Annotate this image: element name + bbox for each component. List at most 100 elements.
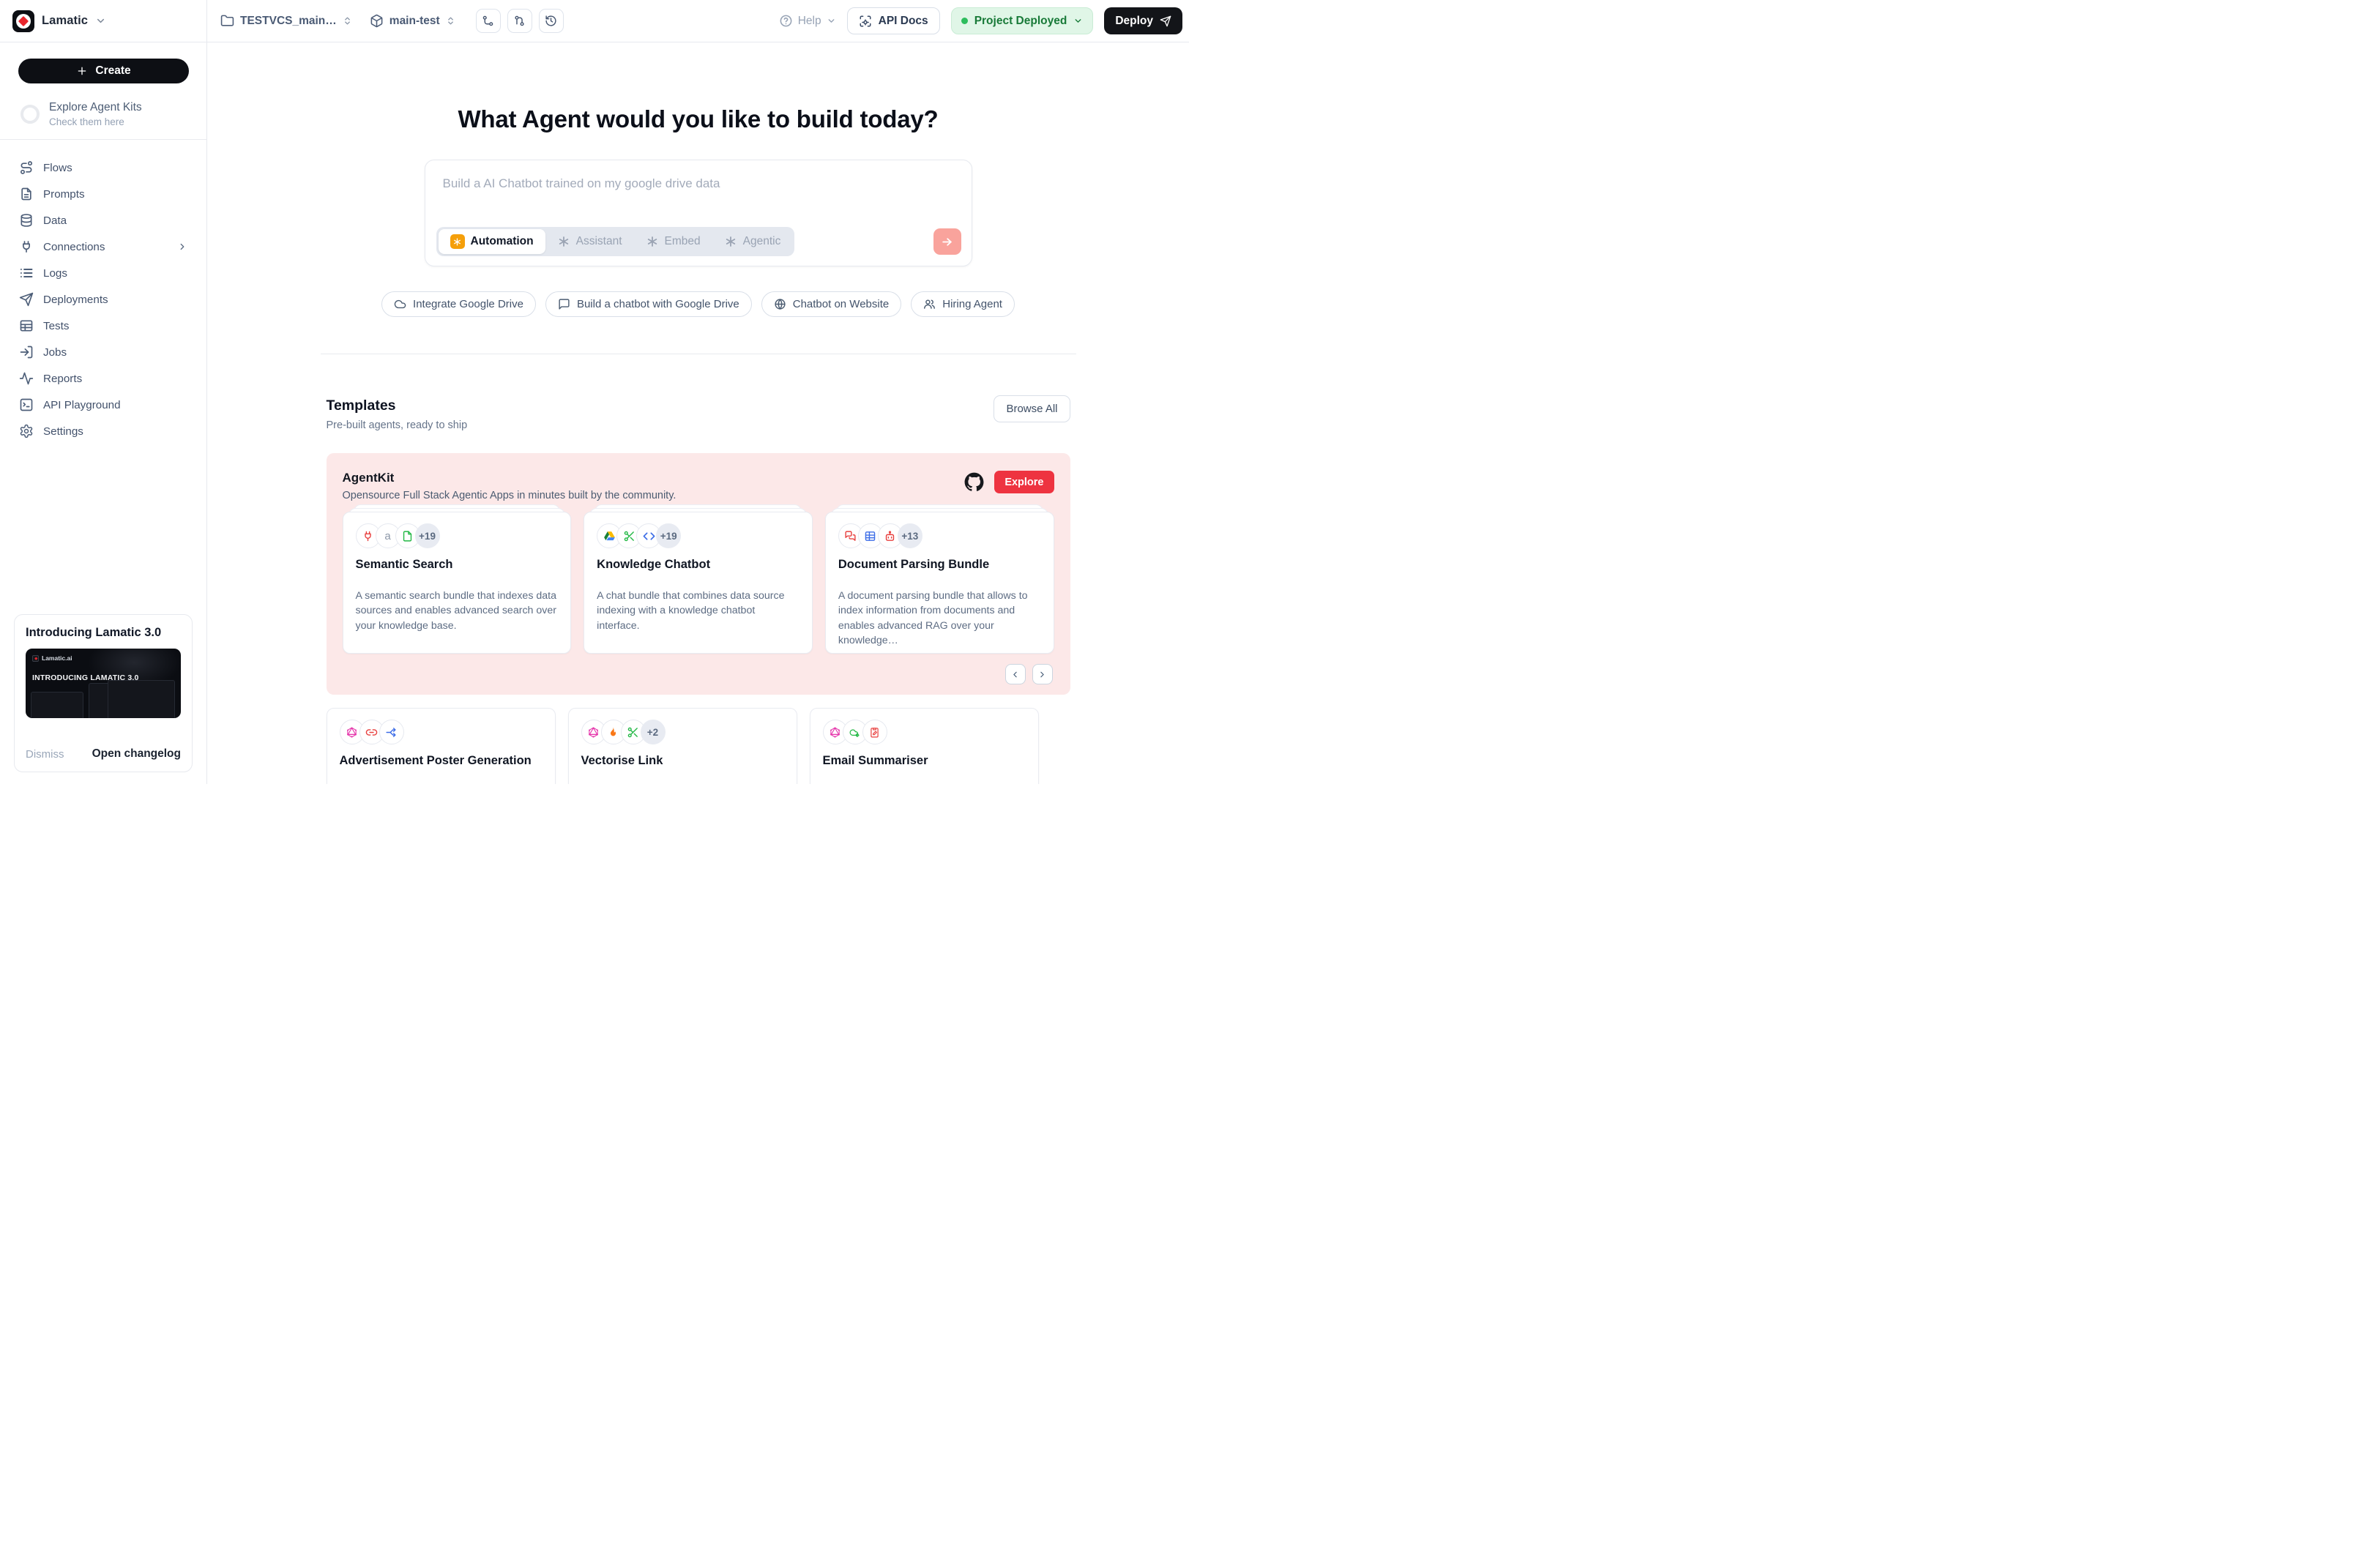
sidebar-nav-item[interactable]: Connections bbox=[0, 234, 206, 260]
users-icon bbox=[923, 298, 936, 310]
explore-agent-kits[interactable]: Explore Agent Kits Check them here bbox=[20, 101, 188, 127]
template-card-deck: +19 Knowledge Chatbot A chat bundle that… bbox=[584, 504, 813, 654]
sidebar-nav-item[interactable]: Flows bbox=[0, 154, 206, 181]
promo-brand-label: Lamatic.ai bbox=[42, 654, 72, 662]
sidebar-nav-item[interactable]: Logs bbox=[0, 260, 206, 286]
api-docs-button[interactable]: API Docs bbox=[847, 7, 940, 34]
template-card[interactable]: Advertisement Poster Generation bbox=[327, 708, 556, 784]
agent-type-tab[interactable]: Automation bbox=[439, 229, 545, 254]
database-icon bbox=[19, 213, 34, 228]
sidebar-nav-item[interactable]: API Playground bbox=[0, 392, 206, 418]
integration-badges bbox=[823, 720, 1026, 744]
gear-icon bbox=[19, 424, 34, 438]
deploy-button[interactable]: Deploy bbox=[1104, 7, 1182, 34]
arrow-right-icon bbox=[941, 236, 953, 248]
next-page-button[interactable] bbox=[1032, 664, 1053, 684]
chevron-down-icon bbox=[95, 15, 106, 26]
template-card[interactable]: +2 Vectorise Link This automation allows… bbox=[568, 708, 797, 784]
promo-mock-panel bbox=[108, 680, 175, 718]
workspace-switcher[interactable]: Lamatic bbox=[0, 0, 207, 42]
sidebar-nav-item[interactable]: Data bbox=[0, 207, 206, 234]
agent-type-tab[interactable]: Embed bbox=[634, 229, 712, 254]
asterisk-icon bbox=[646, 235, 659, 248]
deploy-status-pill[interactable]: Project Deployed bbox=[951, 7, 1094, 34]
quick-action-chip[interactable]: Chatbot on Website bbox=[761, 291, 901, 317]
header-right: Help API Docs Project Deployed Deploy bbox=[779, 0, 1189, 42]
agentkit-title: AgentKit bbox=[343, 471, 676, 485]
chip-label: Build a chatbot with Google Drive bbox=[577, 298, 739, 310]
workflow-graph-button[interactable] bbox=[476, 9, 501, 33]
chip-label: Hiring Agent bbox=[942, 298, 1002, 310]
tab-label: Automation bbox=[471, 235, 534, 248]
sidebar-nav-item[interactable]: Jobs bbox=[0, 339, 206, 365]
help-circle-icon bbox=[779, 14, 793, 28]
promo-card: Introducing Lamatic 3.0 Lamatic.ai INTRO… bbox=[14, 614, 193, 772]
git-compare-button[interactable] bbox=[507, 9, 532, 33]
template-card[interactable]: +19 Knowledge Chatbot A chat bundle that… bbox=[584, 512, 813, 654]
nav-item-label: Reports bbox=[43, 373, 82, 385]
sidebar-nav-item[interactable]: Settings bbox=[0, 418, 206, 444]
cloud-icon bbox=[394, 298, 406, 310]
cable-icon bbox=[19, 239, 34, 254]
list-icon bbox=[19, 266, 34, 280]
template-card-deck: +13 Document Parsing Bundle A document p… bbox=[825, 504, 1054, 654]
project-selector[interactable]: TESTVCS_main… bbox=[220, 14, 352, 28]
quick-action-chip[interactable]: Hiring Agent bbox=[911, 291, 1015, 317]
nav-item-label: Settings bbox=[43, 425, 83, 438]
template-card-deck: a+19 Semantic Search A semantic search b… bbox=[343, 504, 572, 654]
ring-icon bbox=[20, 105, 40, 124]
carousel-pager bbox=[343, 664, 1054, 684]
vcs-actions bbox=[476, 9, 564, 33]
sidebar-nav-item[interactable]: Prompts bbox=[0, 181, 206, 207]
nav-item-label: Data bbox=[43, 214, 67, 227]
agentkit-cards: a+19 Semantic Search A semantic search b… bbox=[343, 504, 1054, 654]
nav-item-label: Logs bbox=[43, 267, 67, 280]
promo-image[interactable]: Lamatic.ai INTRODUCING LAMATIC 3.0 bbox=[26, 649, 181, 718]
chevrons-up-down-icon bbox=[446, 16, 455, 26]
message-icon bbox=[558, 298, 570, 310]
help-label: Help bbox=[798, 15, 821, 28]
quick-action-chip[interactable]: Build a chatbot with Google Drive bbox=[545, 291, 752, 317]
agent-type-tab[interactable]: Agentic bbox=[712, 229, 793, 254]
branch-selector[interactable]: main-test bbox=[370, 14, 455, 28]
agent-type-tab[interactable]: Assistant bbox=[545, 229, 634, 254]
agent-type-tabs: Automation Assistant Embed Agentic bbox=[436, 227, 795, 256]
nav-item-label: Deployments bbox=[43, 294, 108, 306]
template-card[interactable]: a+19 Semantic Search A semantic search b… bbox=[343, 512, 572, 654]
dismiss-button[interactable]: Dismiss bbox=[26, 748, 64, 761]
promo-title: Introducing Lamatic 3.0 bbox=[26, 626, 181, 640]
sidebar-nav-item[interactable]: Reports bbox=[0, 365, 206, 392]
more-count-badge: +2 bbox=[641, 720, 666, 744]
prev-page-button[interactable] bbox=[1005, 664, 1026, 684]
api-docs-label: API Docs bbox=[879, 15, 928, 28]
route-icon bbox=[19, 160, 34, 175]
folder-icon bbox=[220, 14, 234, 28]
sidebar-nav-item[interactable]: Deployments bbox=[0, 286, 206, 313]
asterisk-icon bbox=[557, 235, 570, 248]
open-changelog-button[interactable]: Open changelog bbox=[92, 747, 181, 761]
chevron-right-icon bbox=[177, 242, 187, 252]
agent-composer: Automation Assistant Embed Agentic bbox=[425, 160, 972, 266]
template-card[interactable]: +13 Document Parsing Bundle A document p… bbox=[825, 512, 1054, 654]
template-card[interactable]: Email Summariser This N8N workflow build… bbox=[810, 708, 1039, 784]
browse-all-button[interactable]: Browse All bbox=[994, 395, 1070, 422]
quick-action-chip[interactable]: Integrate Google Drive bbox=[381, 291, 536, 317]
chevron-down-icon bbox=[827, 16, 836, 26]
send-icon bbox=[1160, 15, 1171, 27]
log-in-icon bbox=[19, 345, 34, 359]
explore-button[interactable]: Explore bbox=[994, 471, 1054, 493]
agent-prompt-input[interactable] bbox=[425, 160, 972, 191]
file-text-icon bbox=[19, 187, 34, 201]
templates-subtitle: Pre-built agents, ready to ship bbox=[327, 419, 468, 431]
github-icon[interactable] bbox=[964, 472, 984, 492]
more-count-badge: +13 bbox=[898, 523, 922, 548]
chevrons-up-down-icon bbox=[343, 16, 352, 26]
chevron-down-icon bbox=[1073, 16, 1083, 26]
terminal-icon bbox=[19, 397, 34, 412]
create-button[interactable]: Create bbox=[18, 59, 189, 83]
sidebar-nav-item[interactable]: Tests bbox=[0, 313, 206, 339]
history-icon bbox=[545, 15, 557, 27]
history-button[interactable] bbox=[539, 9, 564, 33]
help-menu[interactable]: Help bbox=[779, 14, 836, 28]
submit-prompt-button[interactable] bbox=[933, 228, 961, 255]
